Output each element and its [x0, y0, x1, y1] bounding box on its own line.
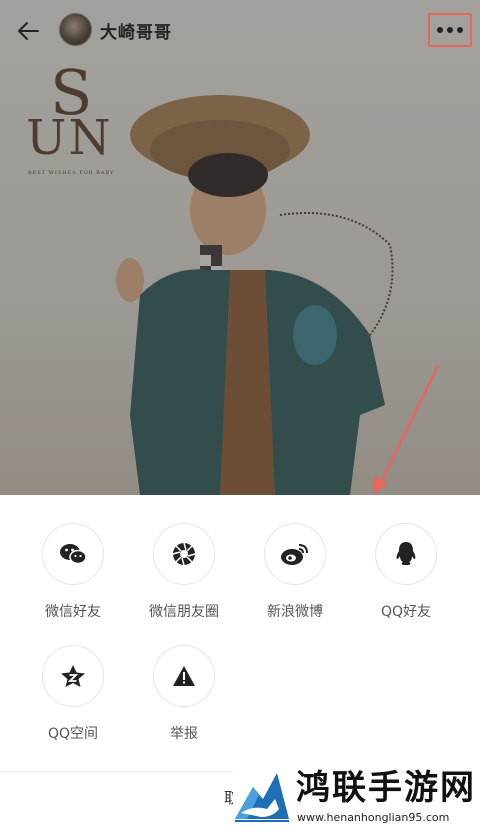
watermark-title: 鸿联手游网	[296, 768, 476, 808]
share-qq-friend[interactable]: QQ好友	[351, 523, 461, 621]
dot-icon	[447, 27, 453, 33]
report-icon	[173, 666, 195, 686]
share-label: QQ好友	[380, 604, 432, 620]
dot-icon	[457, 27, 463, 33]
qq-icon	[396, 542, 416, 565]
share-label: 新浪微博	[267, 604, 323, 620]
weibo-icon	[281, 544, 308, 565]
share-circle[interactable]	[264, 523, 326, 585]
share-qzone[interactable]: QQ空间	[18, 645, 128, 743]
share-circle[interactable]	[375, 523, 437, 585]
avatar[interactable]	[59, 13, 92, 46]
back-arrow-icon[interactable]	[14, 16, 44, 46]
username[interactable]: 大崎哥哥	[100, 18, 172, 43]
share-circle[interactable]	[153, 523, 215, 585]
qzone-icon	[61, 665, 85, 687]
share-label: 举报	[170, 726, 198, 742]
share-circle[interactable]	[42, 523, 104, 585]
share-weibo[interactable]: 新浪微博	[240, 523, 350, 621]
dot-icon	[437, 27, 443, 33]
share-label: QQ空间	[47, 726, 99, 742]
wechat-moments-icon	[172, 542, 196, 566]
share-circle[interactable]	[153, 645, 215, 707]
share-wechat-friend[interactable]: 微信好友	[18, 523, 128, 621]
more-options-button[interactable]	[428, 13, 472, 47]
watermark-url: www.henanhonglian95.com	[297, 811, 450, 824]
screen: S UN BEST WISHES FOR BABY 大崎哥哥 微信好友 微信朋友…	[0, 0, 480, 829]
watermark-logo-icon	[235, 773, 289, 822]
share-wechat-moments[interactable]: 微信朋友圈	[129, 523, 239, 621]
share-label: 微信朋友圈	[149, 604, 219, 620]
watermark: 鸿联手游网 www.henanhonglian95.com	[233, 767, 480, 829]
report-button[interactable]: 举报	[129, 645, 239, 743]
share-label: 微信好友	[45, 604, 101, 620]
wechat-icon	[60, 544, 87, 565]
top-bar: 大崎哥哥	[0, 0, 480, 60]
annotation-arrow-icon	[374, 365, 440, 494]
share-circle[interactable]	[42, 645, 104, 707]
post-image[interactable]: S UN BEST WISHES FOR BABY 大崎哥哥	[0, 0, 480, 495]
